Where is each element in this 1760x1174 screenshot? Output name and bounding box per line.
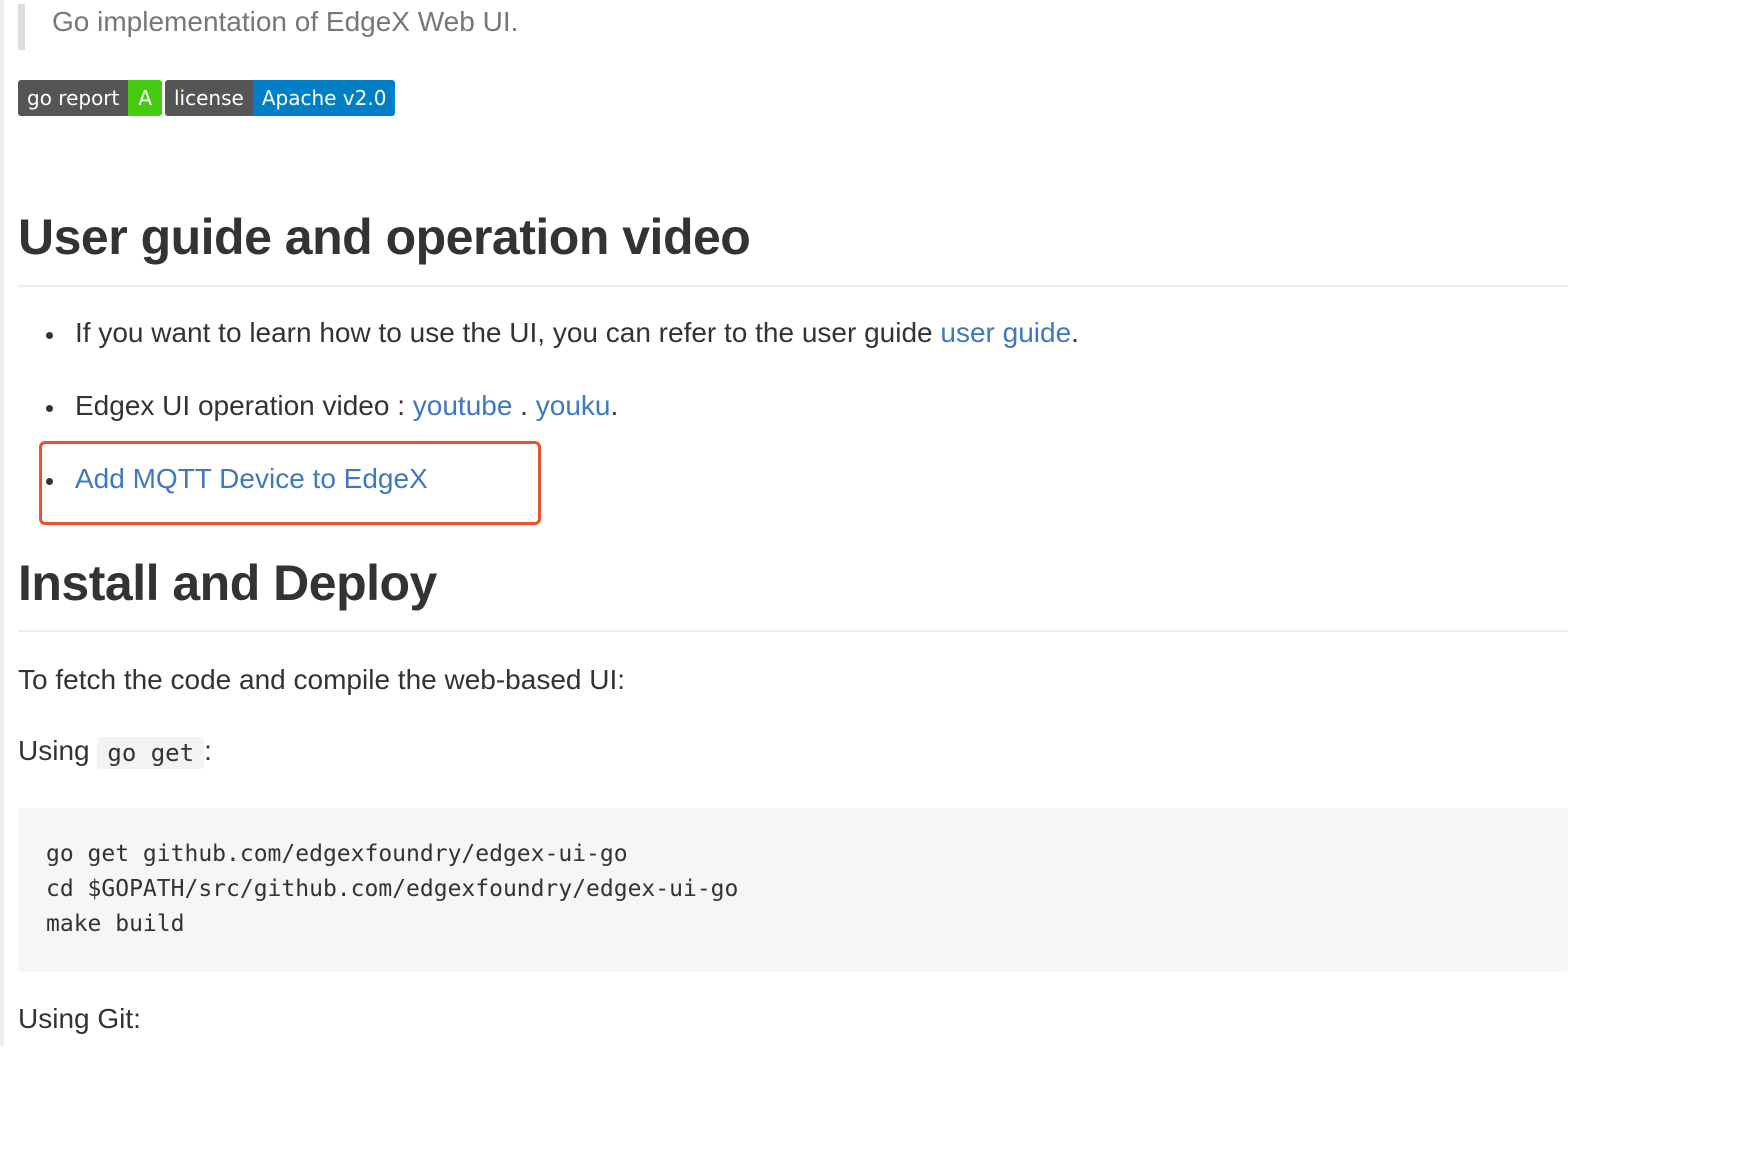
user-guide-link[interactable]: user guide: [940, 317, 1071, 348]
left-border: [0, 0, 4, 1046]
badge-label: go report: [18, 80, 129, 116]
inline-code: go get: [97, 736, 205, 769]
heading-divider: [18, 630, 1568, 632]
badge-value: Apache v2.0: [252, 80, 396, 116]
highlight-annotation-box: [39, 441, 541, 525]
code-line: cd $GOPATH/src/github.com/edgexfoundry/e…: [46, 876, 739, 902]
youtube-link[interactable]: youtube: [413, 390, 513, 421]
youku-link[interactable]: youku: [536, 390, 611, 421]
blockquote-text: Go implementation of EdgeX Web UI.: [52, 6, 519, 37]
blockquote-bar: [18, 4, 25, 50]
code-line: go get github.com/edgexfoundry/edgex-ui-…: [46, 841, 628, 867]
install-deploy-heading: Install and Deploy: [18, 555, 437, 611]
list-item-operation-video: Edgex UI operation video : youtube . you…: [75, 390, 619, 421]
badge-value: A: [128, 80, 163, 116]
badge-label: license: [165, 80, 253, 116]
using-go-get-text: Using go get:: [18, 735, 212, 769]
list-bullet: [46, 405, 53, 412]
go-report-badge[interactable]: go report A: [18, 80, 163, 116]
license-badge[interactable]: license Apache v2.0: [165, 80, 396, 116]
using-git-text: Using Git:: [18, 1003, 141, 1034]
heading-divider: [18, 285, 1568, 287]
user-guide-heading: User guide and operation video: [18, 209, 751, 265]
list-bullet: [46, 332, 53, 339]
code-line: make build: [46, 911, 185, 937]
list-item-user-guide: If you want to learn how to use the UI, …: [75, 317, 1079, 348]
install-intro-text: To fetch the code and compile the web-ba…: [18, 664, 626, 695]
